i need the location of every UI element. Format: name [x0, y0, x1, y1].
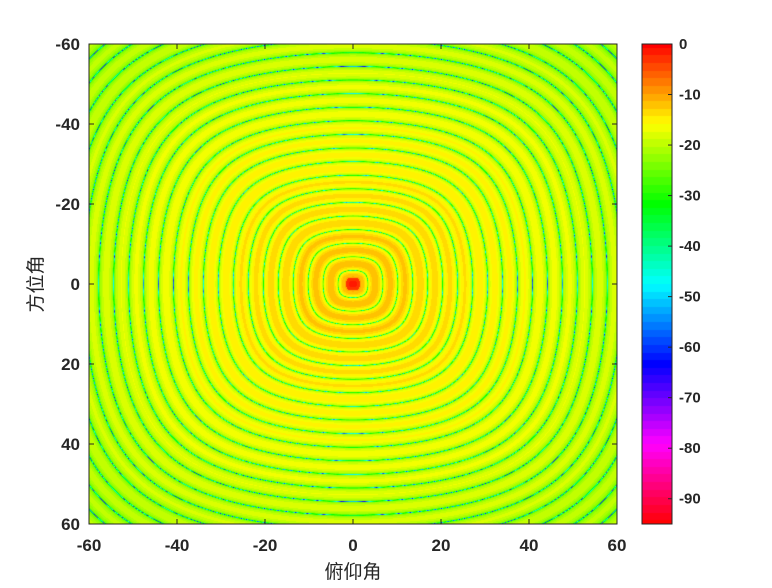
- colorbar-tick-label: -60: [679, 339, 701, 356]
- y-tick-label: 40: [61, 435, 80, 454]
- colorbar-tick-label: -70: [679, 390, 701, 407]
- heatmap-canvas: [89, 44, 617, 524]
- y-axis-label: 方位角: [25, 255, 47, 312]
- colorbar-tick-label: -10: [679, 87, 701, 104]
- y-tick-label: -40: [55, 115, 80, 134]
- x-tick-label: 40: [520, 536, 539, 555]
- y-tick-label: 0: [71, 275, 80, 294]
- colorbar-tick-label: 0: [679, 36, 687, 53]
- colorbar-tick-label: -90: [679, 491, 701, 508]
- x-tick-label: 60: [608, 536, 627, 555]
- colorbar-tick-label: -50: [679, 289, 701, 306]
- colorbar-tick-label: -80: [679, 440, 701, 457]
- x-tick-label: 0: [348, 536, 357, 555]
- y-tick-label: -20: [55, 195, 80, 214]
- x-axis-label: 俯仰角: [324, 561, 381, 583]
- colorbar-tick-label: -20: [679, 137, 701, 154]
- colorbar-canvas: [642, 44, 672, 524]
- x-tick-label: -60: [77, 536, 102, 555]
- heatmap-plot: [88, 43, 618, 525]
- y-tick-label: 60: [61, 515, 80, 534]
- colorbar-tick-label: -30: [679, 188, 701, 205]
- colorbar-tick-label: -40: [679, 238, 701, 255]
- x-tick-label: -40: [165, 536, 190, 555]
- y-tick-label: 20: [61, 355, 80, 374]
- x-tick-label: -20: [253, 536, 278, 555]
- x-tick-label: 20: [432, 536, 451, 555]
- y-tick-label: -60: [55, 35, 80, 54]
- figure: -60 -40 -20 0 20 40 60 -60 -40 -20 0 20 40 60 俯仰角 方位…: [0, 0, 772, 588]
